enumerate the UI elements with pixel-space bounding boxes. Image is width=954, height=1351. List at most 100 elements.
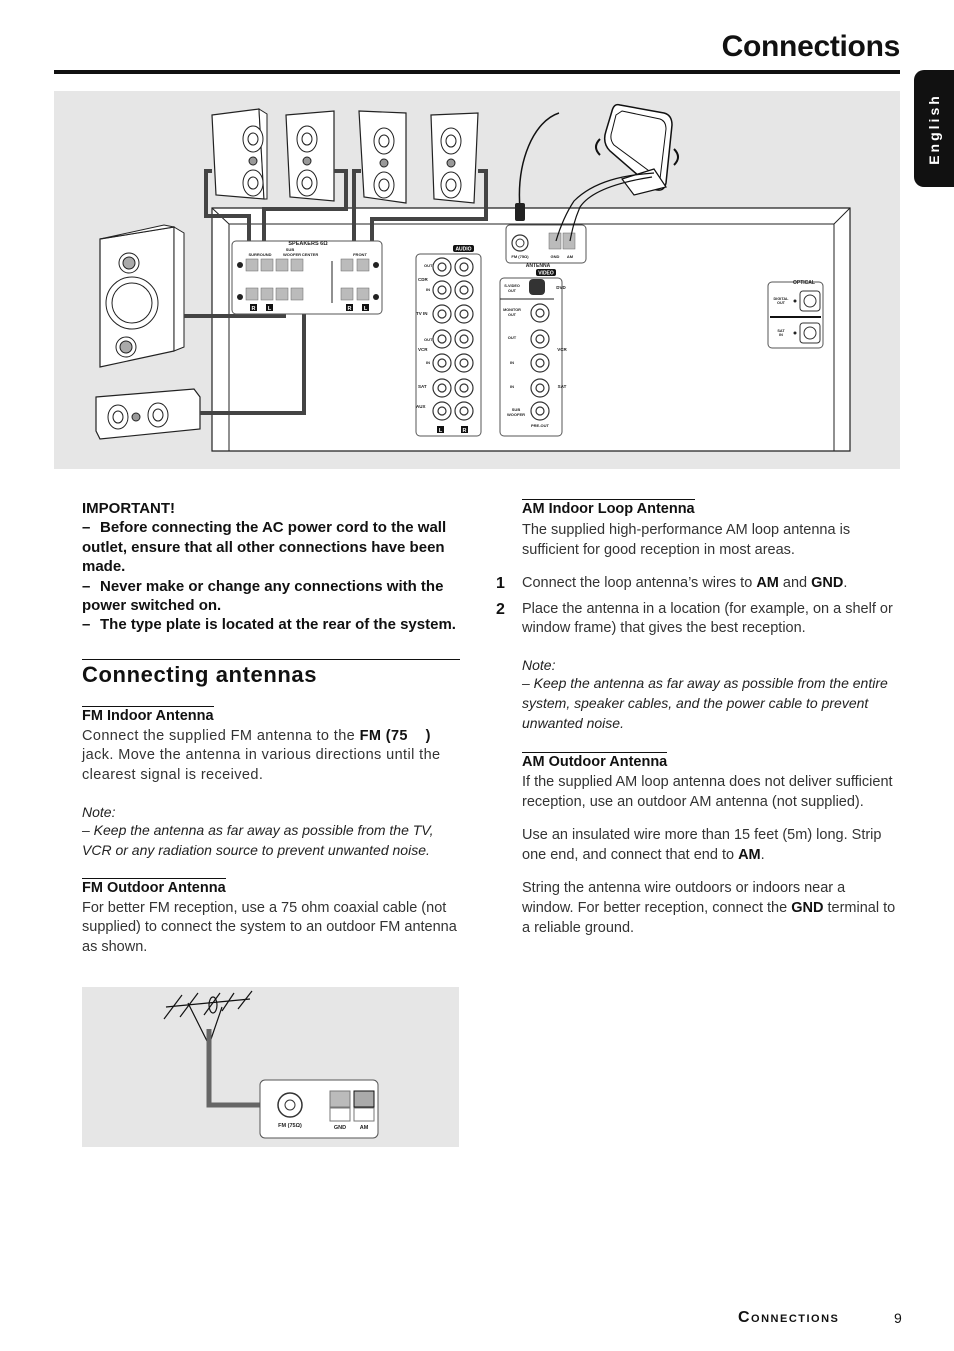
surround-r-badge: R [252, 306, 256, 312]
fm-note-label: Note: [82, 803, 116, 820]
monitor-label: MONITOR [503, 308, 521, 312]
gnd-terminal [329, 1090, 351, 1122]
audio-jack-right-center [459, 334, 469, 344]
audio-jack-left-center [437, 262, 447, 272]
vcr-in-label: IN [426, 360, 430, 365]
step-number: 1 [496, 575, 505, 593]
audio-jack-right-center [459, 262, 469, 272]
page-title: Connections [721, 30, 901, 63]
surround-label: SURROUND [248, 252, 271, 257]
step-1-am: AM [756, 575, 779, 592]
audio-jack-left-center [437, 285, 447, 295]
video-jack-center [535, 406, 545, 416]
am-outdoor-p2: Use an insulated wire more than 15 feet … [522, 826, 897, 865]
svideo-out-label: OUT [508, 289, 517, 293]
front-label: FRONT [353, 252, 367, 257]
subwoofer-out-label-2: WOOFER [507, 412, 525, 417]
fm-outdoor-heading: FM Outdoor Antenna [82, 877, 226, 896]
am-outdoor-p2-text: Use an insulated wire more than 15 feet … [522, 827, 882, 863]
audio-jack-right-center [459, 406, 469, 416]
am-terminal [353, 1090, 375, 1122]
audio-jack-left-center [437, 334, 447, 344]
audio-jack-left-center [437, 383, 447, 393]
center-speaker [95, 388, 201, 440]
speaker-surround-right [211, 108, 268, 200]
am-label: AM [567, 254, 574, 259]
important-item-1-text: Before connecting the AC power cord to t… [82, 519, 447, 576]
aux-r-badge: R [463, 428, 467, 434]
fm-outdoor-diagram: FM (75Ω) GND AM [82, 987, 459, 1147]
step-1-end: . [843, 575, 848, 592]
vcr-label: VCR [418, 347, 428, 352]
audio-jack-left-center [437, 406, 447, 416]
step-2-text: Place the antenna in a location (for exa… [522, 600, 893, 637]
optical-terminals: OPTICAL DIGITAL OUT SAT IN [767, 280, 824, 349]
step-1-text: Connect the loop antenna’s wires to [522, 575, 757, 592]
front-r-badge: R [348, 306, 352, 312]
dash: – [82, 577, 91, 595]
dvd-label: DVD [556, 285, 566, 290]
sat-label: SAT [418, 384, 427, 389]
audio-jack-left-center [437, 309, 447, 319]
sat-in-optical-label: IN [779, 333, 783, 337]
audio-jack-left-center [437, 358, 447, 368]
fm-indoor-antenna [515, 112, 560, 221]
audio-jack-right-center [459, 309, 469, 319]
fm-note-text: – Keep the antenna as far away as possib… [82, 821, 434, 858]
fm-jack-name: FM (75 ) [359, 727, 431, 744]
fm-outdoor-text: For better FM reception, use a 75 ohm co… [82, 899, 457, 955]
am-outdoor-p3-gnd: GND [791, 899, 824, 916]
speaker-surround-left [285, 110, 335, 202]
video-jack-center [535, 334, 545, 344]
cdr-out-label: OUT [424, 263, 433, 268]
video-vcr-label: VCR [557, 347, 567, 352]
antenna-terminals: FM (75Ω) GND AM ANTENNA [505, 224, 587, 269]
aux-label: AUX [416, 404, 426, 409]
left-column: IMPORTANT! – Before connecting the AC pow… [82, 499, 460, 957]
subwoofer-speaker [99, 224, 185, 368]
dash: – [82, 519, 91, 537]
title-rule [54, 70, 900, 74]
svideo-label: S-VIDEO [504, 284, 520, 288]
step-1-and: and [778, 575, 812, 592]
footer-section-name: Connections [738, 1309, 840, 1326]
audio-jack-right-center [459, 383, 469, 393]
video-sat-label: SAT [558, 384, 567, 389]
am-note-label: Note: [522, 656, 556, 673]
vcr-out-label: OUT [424, 337, 433, 342]
fm-indoor-text-1: Connect the supplied FM antenna to the [82, 727, 360, 744]
step-1-gnd: GND [811, 575, 844, 592]
language-tab: English [914, 70, 954, 187]
am-note-text: – Keep the antenna as far away as possib… [522, 674, 888, 731]
cdr-in-label: IN [426, 287, 430, 292]
speaker-terminals: SPEAKERS 6Ω SURROUND SUB WOOFER CENTER F… [231, 240, 383, 315]
am-outdoor-p2-am: AM [738, 846, 761, 863]
am-step-2: 2 Place the antenna in a location (for e… [496, 600, 897, 639]
important-item-2: – Never make or change any connections wi… [82, 577, 460, 616]
fm-indoor-text-2: jack. Move the antenna in various direct… [82, 747, 441, 784]
optical-label: OPTICAL [793, 280, 815, 286]
fm-jack-label: FM (75Ω) [278, 1123, 302, 1129]
woofer-label: WOOFER [283, 252, 301, 257]
video-vcr-out-label: OUT [508, 335, 517, 340]
video-jack-center [535, 383, 545, 393]
fm-indoor-heading: FM Indoor Antenna [82, 705, 214, 724]
speaker-front-left [430, 112, 479, 204]
right-column: AM Indoor Loop Antenna The supplied high… [496, 499, 897, 938]
am-outdoor-p3: String the antenna wire outdoors or indo… [522, 879, 897, 938]
dash: – [82, 616, 91, 634]
important-item-3: – The type plate is located at the rear o… [82, 615, 460, 634]
am-label: AM [360, 1125, 369, 1131]
speakers-label: SPEAKERS 6Ω [288, 241, 328, 247]
fm-jack-label: FM (75Ω) [511, 254, 529, 259]
page-number: 9 [894, 1310, 902, 1326]
fm-jack-center [284, 1099, 296, 1111]
tv-in-label: TV IN [416, 311, 428, 316]
audio-jacks: AUDIO CDR OUT IN TV IN OUT VCR IN SAT AU… [415, 245, 482, 437]
video-jack-center [535, 358, 545, 368]
audio-badge: AUDIO [455, 247, 471, 253]
gnd-label: GND [334, 1125, 346, 1131]
connections-diagram: SPEAKERS 6Ω SURROUND SUB WOOFER CENTER F… [54, 91, 900, 469]
am-indoor-heading: AM Indoor Loop Antenna [522, 499, 695, 517]
audio-jack-right-center [459, 358, 469, 368]
